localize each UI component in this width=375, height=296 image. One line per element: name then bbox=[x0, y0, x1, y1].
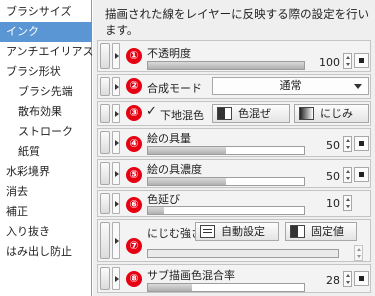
paint-density-slider[interactable] bbox=[147, 177, 305, 186]
auto-setting-icon bbox=[200, 225, 215, 238]
category-item[interactable]: 紙質 bbox=[0, 142, 92, 162]
underlying-mix-row: ③ ✓ 下地混色 色混ぜ にじみ bbox=[97, 101, 371, 126]
pressure-settings-button[interactable] bbox=[354, 167, 369, 182]
checkmark-icon[interactable]: ✓ bbox=[146, 104, 157, 120]
row-grip[interactable] bbox=[100, 104, 110, 123]
color-stretch-label: 色延び bbox=[147, 193, 180, 206]
opacity-value[interactable]: 100 bbox=[306, 56, 340, 69]
pressure-settings-button[interactable] bbox=[354, 136, 369, 151]
auto-setting-button[interactable]: 自動設定 bbox=[195, 222, 279, 241]
category-item[interactable]: 散布効果 bbox=[0, 102, 92, 122]
category-item[interactable]: 補正 bbox=[0, 202, 92, 222]
bleed-icon bbox=[299, 107, 314, 120]
chevron-down-icon bbox=[354, 84, 362, 89]
color-stretch-row: ⑥ 色延び 10 bbox=[97, 190, 371, 217]
number-badge: ⑦ bbox=[126, 238, 142, 254]
paint-density-label: 絵の具濃度 bbox=[147, 163, 202, 176]
row-grip[interactable] bbox=[100, 43, 110, 69]
opacity-stepper[interactable] bbox=[343, 53, 352, 69]
blur-strength-label: にじむ強さ bbox=[147, 227, 202, 240]
blend-mode-dropdown[interactable]: 通常 bbox=[212, 77, 369, 95]
sub-color-mix-slider[interactable] bbox=[147, 283, 305, 292]
category-item[interactable]: ブラシ形状 bbox=[0, 62, 92, 82]
category-item[interactable]: アンチエイリアス bbox=[0, 42, 94, 62]
expand-toggle[interactable] bbox=[112, 222, 120, 259]
category-item[interactable]: 入り抜き bbox=[0, 222, 92, 242]
paint-density-stepper[interactable] bbox=[343, 167, 352, 183]
number-badge: ⑥ bbox=[126, 197, 142, 213]
opacity-label: 不透明度 bbox=[147, 47, 191, 60]
sub-color-mix-label: サブ描画色混合率 bbox=[147, 269, 235, 282]
number-badge: ② bbox=[126, 78, 142, 94]
pressure-settings-button[interactable] bbox=[354, 53, 369, 68]
number-badge: ① bbox=[126, 48, 142, 64]
blur-strength-stepper[interactable] bbox=[354, 245, 363, 261]
paint-density-value[interactable]: 50 bbox=[306, 170, 340, 183]
expand-toggle[interactable] bbox=[112, 104, 120, 123]
fixed-value-button[interactable]: 固定値 bbox=[285, 222, 357, 241]
row-grip[interactable] bbox=[100, 162, 110, 185]
row-grip[interactable] bbox=[100, 267, 110, 290]
expand-toggle[interactable] bbox=[112, 162, 120, 185]
blend-mode-label: 合成モード bbox=[147, 82, 202, 95]
color-mix-label: 色混ぜ bbox=[238, 107, 271, 120]
paint-amount-value[interactable]: 50 bbox=[306, 139, 340, 152]
underlying-mix-label: 下地混色 bbox=[160, 109, 204, 122]
description-text: 描画された線をレイヤーに反映する際の設定を行います。 bbox=[105, 7, 370, 37]
blur-strength-slider[interactable] bbox=[147, 249, 339, 258]
sub-color-mix-stepper[interactable] bbox=[343, 271, 352, 287]
settings-panel: 描画された線をレイヤーに反映する際の設定を行います。 ① 不透明度 100 ② … bbox=[93, 0, 375, 296]
sub-color-mix-value[interactable]: 28 bbox=[306, 274, 340, 287]
expand-toggle[interactable] bbox=[112, 77, 120, 96]
auto-setting-label: 自動設定 bbox=[221, 225, 265, 238]
color-stretch-slider[interactable] bbox=[147, 206, 305, 215]
fixed-value-label: 固定値 bbox=[311, 225, 344, 238]
number-badge: ⑤ bbox=[126, 167, 142, 183]
bleed-button[interactable]: にじみ bbox=[294, 104, 369, 123]
blur-strength-row: ⑦ にじむ強さ 自動設定 固定値 bbox=[97, 219, 371, 262]
blend-mode-row: ② 合成モード 通常 bbox=[97, 74, 371, 99]
sub-color-mix-row: ⑧ サブ描画色混合率 28 bbox=[97, 264, 371, 293]
pressure-settings-button[interactable] bbox=[354, 271, 369, 286]
category-item[interactable]: はみ出し防止 bbox=[0, 242, 92, 262]
number-badge: ③ bbox=[126, 105, 142, 121]
category-item[interactable]: インク bbox=[0, 22, 92, 42]
color-stretch-stepper[interactable] bbox=[343, 195, 352, 211]
paint-amount-label: 絵の具量 bbox=[147, 132, 191, 145]
paint-amount-slider[interactable] bbox=[147, 146, 305, 155]
row-grip[interactable] bbox=[100, 77, 110, 96]
blend-mode-value: 通常 bbox=[279, 79, 302, 92]
opacity-slider[interactable] bbox=[147, 61, 305, 70]
category-item[interactable]: 消去 bbox=[0, 182, 92, 202]
number-badge: ④ bbox=[126, 136, 142, 152]
expand-toggle[interactable] bbox=[112, 131, 120, 154]
paint-amount-stepper[interactable] bbox=[343, 136, 352, 152]
category-item[interactable]: 水彩境界 bbox=[0, 162, 92, 182]
row-grip[interactable] bbox=[100, 222, 110, 259]
paint-amount-row: ④ 絵の具量 50 bbox=[97, 128, 371, 157]
category-item[interactable]: ブラシサイズ bbox=[0, 2, 92, 22]
color-stretch-value[interactable]: 10 bbox=[306, 197, 340, 210]
expand-toggle[interactable] bbox=[112, 43, 120, 69]
paint-density-row: ⑤ 絵の具濃度 50 bbox=[97, 159, 371, 188]
fixed-value-icon bbox=[290, 225, 305, 238]
number-badge: ⑧ bbox=[126, 271, 142, 287]
row-grip[interactable] bbox=[100, 131, 110, 154]
opacity-row: ① 不透明度 100 bbox=[97, 40, 371, 72]
category-item[interactable]: ストローク bbox=[0, 122, 92, 142]
expand-toggle[interactable] bbox=[112, 193, 120, 214]
color-mix-icon bbox=[217, 107, 232, 120]
bleed-label: にじみ bbox=[320, 107, 353, 120]
row-grip[interactable] bbox=[100, 193, 110, 214]
category-list: ブラシサイズ インク アンチエイリアス ブラシ形状 ブラシ先端 散布効果 ストローク 紙質 水彩… bbox=[0, 0, 94, 296]
expand-toggle[interactable] bbox=[112, 267, 120, 290]
color-mix-button[interactable]: 色混ぜ bbox=[212, 104, 290, 123]
category-item[interactable]: ブラシ先端 bbox=[0, 82, 92, 102]
